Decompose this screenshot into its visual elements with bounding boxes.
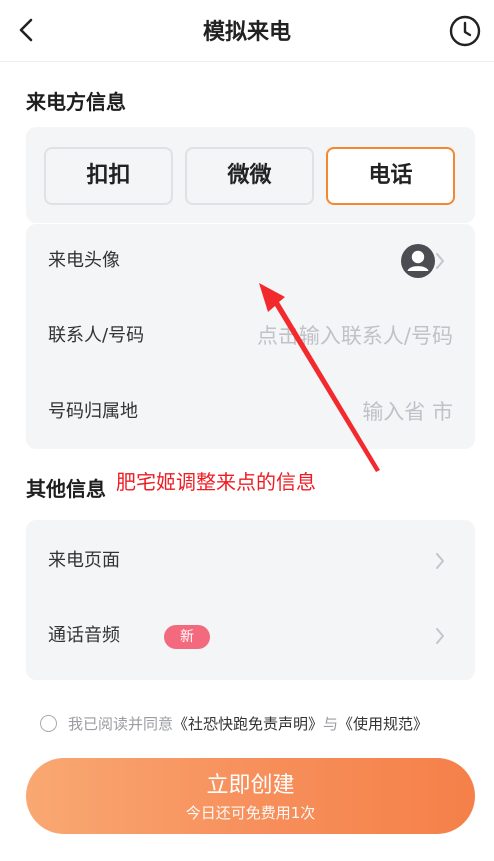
contact-row-label: 联系人/号码 — [48, 325, 145, 346]
location-row-label: 号码归属地 — [48, 401, 138, 422]
contact-input[interactable]: 点击输入联系人/号码 — [257, 301, 453, 371]
agreement-middle: 与 — [323, 715, 339, 733]
usage-rules-link[interactable]: 《使用规范》 — [338, 715, 428, 733]
free-uses-text: 今日还可免费用1次 — [185, 804, 316, 822]
other-section-title: 其他信息 — [26, 477, 106, 501]
chevron-right-icon — [436, 628, 444, 644]
location-row[interactable]: 号码归属地 输入省 市 — [26, 377, 475, 447]
agreement-prefix: 我已阅读并同意 — [68, 715, 174, 733]
new-badge: 新 — [164, 625, 210, 649]
chevron-right-icon — [436, 553, 444, 569]
tab-wechat[interactable]: 微微 — [185, 147, 314, 205]
caller-section-title: 来电方信息 — [26, 90, 126, 114]
chevron-right-icon — [436, 253, 444, 269]
create-button[interactable]: 立即创建 今日还可免费用1次 — [26, 758, 475, 834]
tab-phone[interactable]: 电话 — [326, 147, 455, 205]
disclaimer-link[interactable]: 《社恐快跑免责声明》 — [173, 715, 323, 733]
contact-row[interactable]: 联系人/号码 点击输入联系人/号码 — [26, 301, 475, 371]
tab-qq[interactable]: 扣扣 — [44, 147, 173, 205]
avatar-row[interactable]: 来电头像 — [26, 226, 475, 296]
call-audio-row[interactable]: 通话音频 新 — [26, 601, 475, 671]
caller-type-card: 扣扣 微微 电话 — [26, 127, 475, 223]
agreement-text: 我已阅读并同意《社恐快跑免责声明》与《使用规范》 — [68, 712, 428, 736]
call-page-row[interactable]: 来电页面 — [26, 526, 475, 596]
create-button-label: 立即创建 — [206, 773, 295, 798]
location-input[interactable]: 输入省 市 — [362, 377, 453, 447]
clock-icon[interactable] — [448, 14, 482, 48]
page-title: 模拟来电 — [202, 20, 291, 45]
user-circle-icon — [401, 244, 435, 278]
annotation-text: 肥宅姬调整来点的信息 — [116, 470, 316, 494]
header-bar: 模拟来电 — [0, 0, 494, 62]
avatar-row-label: 来电头像 — [48, 250, 120, 271]
call-audio-row-label: 通话音频 — [48, 625, 120, 646]
call-page-row-label: 来电页面 — [48, 550, 120, 571]
agreement-checkbox[interactable] — [40, 715, 57, 732]
